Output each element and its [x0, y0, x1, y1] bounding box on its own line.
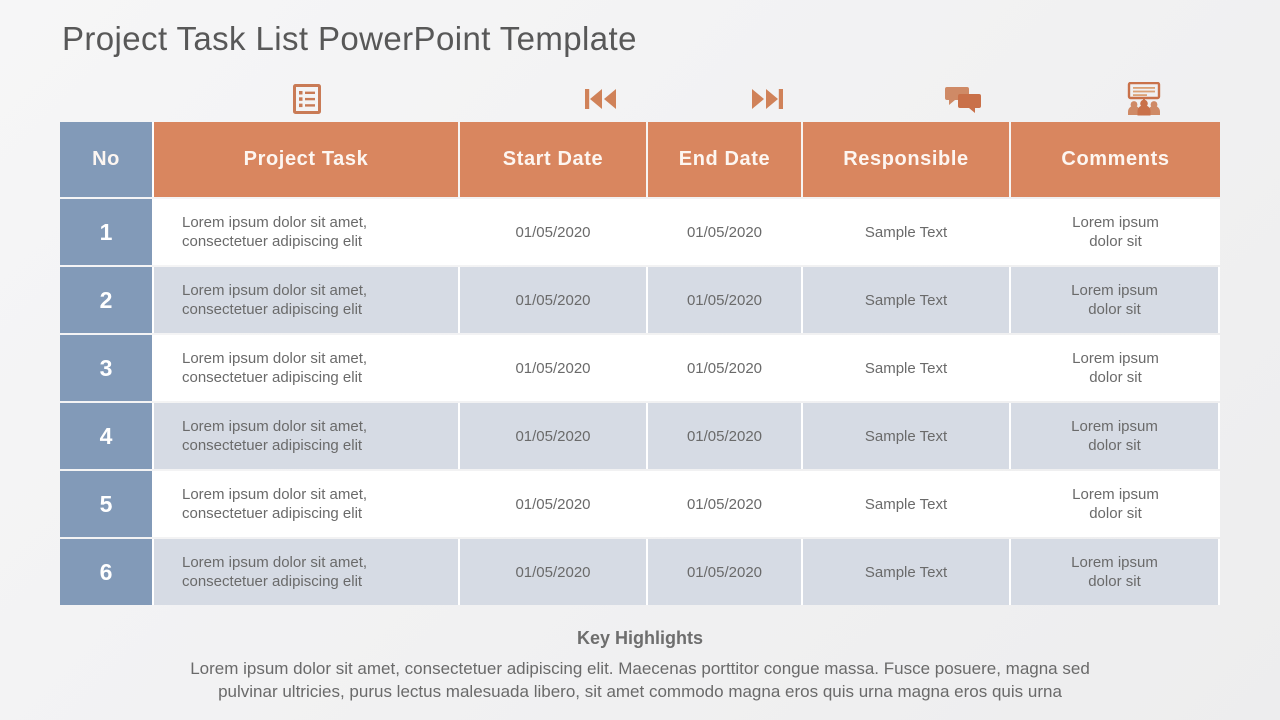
table-row[interactable]: 4 Lorem ipsum dolor sit amet, consectetu… [60, 403, 1220, 469]
task-line-1: Lorem ipsum dolor sit amet, [182, 485, 368, 503]
row-number-cell: 5 [60, 471, 154, 537]
task-line-2: consectetuer adipiscing elit [182, 233, 363, 250]
comments-line-1: Lorem ipsum [1071, 417, 1158, 435]
responsible-cell: Sample Text [803, 539, 1011, 605]
task-cell: Lorem ipsum dolor sit amet, consectetuer… [154, 403, 460, 469]
task-cell: Lorem ipsum dolor sit amet, consectetuer… [154, 539, 460, 605]
key-highlights-body: Lorem ipsum dolor sit amet, consectetuer… [62, 657, 1218, 704]
table-row[interactable]: 6 Lorem ipsum dolor sit amet, consectetu… [60, 539, 1220, 605]
task-line-2: consectetuer adipiscing elit [182, 437, 363, 454]
row-number-cell: 6 [60, 539, 154, 605]
comments-cell: Lorem ipsum dolor sit [1011, 199, 1220, 265]
task-cell: Lorem ipsum dolor sit amet, consectetuer… [154, 267, 460, 333]
column-header-responsible[interactable]: Responsible [803, 122, 1011, 197]
task-line-1: Lorem ipsum dolor sit amet, [182, 553, 368, 571]
column-header-end-date[interactable]: End Date [648, 122, 803, 197]
comments-line-2: dolor sit [1089, 505, 1142, 522]
comments-line-1: Lorem ipsum [1072, 349, 1159, 367]
table-header-row: No Project Task Start Date End Date Resp… [60, 122, 1220, 197]
column-header-comments[interactable]: Comments [1011, 122, 1220, 197]
comments-line-2: dolor sit [1088, 301, 1141, 318]
responsible-cell: Sample Text [803, 199, 1011, 265]
row-number-cell: 2 [60, 267, 154, 333]
comments-line-2: dolor sit [1088, 437, 1141, 454]
column-header-task[interactable]: Project Task [154, 122, 460, 197]
task-cell: Lorem ipsum dolor sit amet, consectetuer… [154, 471, 460, 537]
checklist-icon [260, 78, 354, 120]
key-highlights-title: Key Highlights [576, 628, 703, 648]
start-date-cell: 01/05/2020 [460, 335, 648, 401]
comments-cell: Lorem ipsum dolor sit [1011, 539, 1220, 605]
comments-cell: Lorem ipsum dolor sit [1011, 267, 1220, 333]
start-date-cell: 01/05/2020 [460, 267, 648, 333]
table-row[interactable]: 1 Lorem ipsum dolor sit amet, consectetu… [60, 199, 1220, 265]
skip-start-icon [507, 78, 695, 120]
key-highlights-line-2: pulvinar ultricies, purus lectus malesua… [218, 682, 1062, 702]
row-number-cell: 1 [60, 199, 154, 265]
comments-cell: Lorem ipsum dolor sit [1011, 403, 1220, 469]
row-number-cell: 4 [60, 403, 154, 469]
comments-cell: Lorem ipsum dolor sit [1011, 335, 1220, 401]
responsible-cell: Sample Text [803, 335, 1011, 401]
icon-row [60, 78, 1220, 120]
responsible-cell: Sample Text [803, 403, 1011, 469]
start-date-cell: 01/05/2020 [460, 539, 648, 605]
comments-line-1: Lorem ipsum [1072, 213, 1159, 231]
end-date-cell: 01/05/2020 [648, 539, 803, 605]
end-date-cell: 01/05/2020 [648, 267, 803, 333]
project-task-table: No Project Task Start Date End Date Resp… [60, 122, 1220, 605]
start-date-cell: 01/05/2020 [460, 199, 648, 265]
presentation-team-icon [1068, 78, 1220, 120]
column-header-start-date[interactable]: Start Date [460, 122, 648, 197]
comments-line-1: Lorem ipsum [1071, 281, 1158, 299]
comments-line-2: dolor sit [1089, 369, 1142, 386]
end-date-cell: 01/05/2020 [648, 199, 803, 265]
table-row[interactable]: 5 Lorem ipsum dolor sit amet, consectetu… [60, 471, 1220, 537]
skip-end-icon [689, 78, 844, 120]
end-date-cell: 01/05/2020 [648, 335, 803, 401]
task-line-1: Lorem ipsum dolor sit amet, [182, 417, 368, 435]
comments-cell: Lorem ipsum dolor sit [1011, 471, 1220, 537]
task-cell: Lorem ipsum dolor sit amet, consectetuer… [154, 199, 460, 265]
page-title: Project Task List PowerPoint Template [62, 20, 637, 57]
task-cell: Lorem ipsum dolor sit amet, consectetuer… [154, 335, 460, 401]
column-header-no[interactable]: No [60, 122, 154, 197]
comments-line-1: Lorem ipsum [1072, 485, 1159, 503]
key-highlights-line-1: Lorem ipsum dolor sit amet, consectetuer… [190, 659, 1090, 678]
table-row[interactable]: 3 Lorem ipsum dolor sit amet, consectetu… [60, 335, 1220, 401]
task-line-2: consectetuer adipiscing elit [182, 301, 363, 318]
task-line-2: consectetuer adipiscing elit [182, 573, 363, 590]
comments-line-1: Lorem ipsum [1071, 553, 1158, 571]
start-date-cell: 01/05/2020 [460, 471, 648, 537]
start-date-cell: 01/05/2020 [460, 403, 648, 469]
task-line-1: Lorem ipsum dolor sit amet, [182, 281, 368, 299]
task-line-2: consectetuer adipiscing elit [182, 505, 363, 522]
end-date-cell: 01/05/2020 [648, 403, 803, 469]
table-row[interactable]: 2 Lorem ipsum dolor sit amet, consectetu… [60, 267, 1220, 333]
comments-line-2: dolor sit [1089, 233, 1142, 250]
comments-icon [860, 78, 1068, 120]
task-line-2: consectetuer adipiscing elit [182, 369, 363, 386]
comments-line-2: dolor sit [1088, 573, 1141, 590]
task-line-1: Lorem ipsum dolor sit amet, [182, 213, 368, 231]
responsible-cell: Sample Text [803, 267, 1011, 333]
task-line-1: Lorem ipsum dolor sit amet, [182, 349, 368, 367]
slide-canvas: Project Task List PowerPoint Template No… [0, 0, 1280, 720]
responsible-cell: Sample Text [803, 471, 1011, 537]
row-number-cell: 3 [60, 335, 154, 401]
end-date-cell: 01/05/2020 [648, 471, 803, 537]
